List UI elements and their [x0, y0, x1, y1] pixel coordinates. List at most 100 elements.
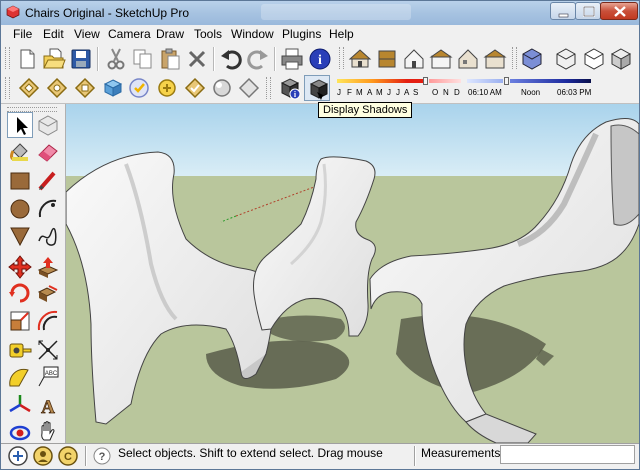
tool-freehand[interactable] [35, 223, 61, 249]
menu-tools[interactable]: Tools [194, 27, 222, 41]
undo-button[interactable] [218, 46, 244, 72]
toolbar-grip[interactable] [266, 77, 271, 99]
minimize-button[interactable] [550, 2, 576, 20]
menu-plugins[interactable]: Plugins [282, 27, 321, 41]
new-icon [20, 49, 35, 69]
display-shadows-button[interactable] [304, 75, 330, 101]
redo-button[interactable] [245, 46, 271, 72]
hidden-line-style-button[interactable] [44, 75, 70, 101]
copy-button[interactable] [130, 46, 156, 72]
shadow-date-track-tail[interactable] [429, 79, 461, 83]
tool-text[interactable]: ABC [35, 364, 61, 390]
front-view-button[interactable] [401, 46, 427, 72]
toolbar-grip[interactable] [339, 47, 344, 69]
time-noon-label: Noon [521, 88, 541, 97]
component-button[interactable] [182, 75, 208, 101]
erase-button[interactable] [184, 46, 210, 72]
tool-arc[interactable] [35, 196, 61, 222]
copyright-icon[interactable]: C [57, 445, 79, 467]
paste-button[interactable] [157, 46, 183, 72]
close-button[interactable] [600, 2, 638, 20]
top-view-button[interactable] [374, 46, 400, 72]
toolbar-grip[interactable] [5, 47, 10, 69]
menu-camera[interactable]: Camera [108, 27, 151, 41]
tool-circle[interactable] [7, 196, 33, 222]
model-info-button[interactable]: i [307, 46, 333, 72]
tool-make-component[interactable] [35, 112, 61, 138]
hidden-line-button[interactable] [581, 46, 607, 72]
open-button[interactable] [41, 46, 67, 72]
component-icon [184, 77, 206, 99]
shadow-date-slider[interactable] [423, 77, 428, 85]
tool-polygon[interactable] [7, 223, 33, 249]
tool-dimension[interactable] [35, 337, 61, 363]
menu-help[interactable]: Help [329, 27, 354, 41]
toolbar-grip[interactable] [512, 47, 517, 69]
tool-push-pull[interactable] [35, 254, 61, 280]
wireframe-button[interactable] [553, 46, 579, 72]
shadow-time-track[interactable] [510, 79, 591, 83]
tool-eraser[interactable] [35, 139, 61, 165]
styles-shadows-toolbar: i J F M A M J J A S O N D 06:10 AM Noon … [1, 74, 639, 104]
tool-protractor[interactable] [7, 364, 33, 390]
tool-line[interactable] [35, 168, 61, 194]
shaded-style-button[interactable] [72, 75, 98, 101]
tape-measure-icon [9, 343, 32, 358]
new-button[interactable] [14, 46, 40, 72]
menu-window[interactable]: Window [231, 27, 274, 41]
tool-follow-me[interactable] [35, 280, 61, 306]
right-view-button[interactable] [428, 46, 454, 72]
left-view-button[interactable] [482, 46, 508, 72]
menu-view[interactable]: View [74, 27, 100, 41]
section-button[interactable] [236, 75, 262, 101]
title-bar[interactable]: Chairs Original - SketchUp Pro [1, 1, 639, 25]
measurements-input[interactable] [500, 445, 635, 464]
tool-scale[interactable] [7, 308, 33, 334]
pencil-line-icon [38, 171, 56, 191]
tool-move[interactable] [7, 254, 33, 280]
iso-view-button[interactable] [347, 46, 373, 72]
cut-button[interactable] [103, 46, 129, 72]
monochrome-style-icon [129, 78, 149, 98]
tool-pan[interactable] [35, 419, 61, 445]
credits-icon[interactable] [32, 445, 54, 467]
tool-rectangle[interactable] [7, 168, 33, 194]
select-arrow-icon [17, 117, 28, 135]
shadow-date-track[interactable] [337, 79, 407, 83]
textured-style-button[interactable] [100, 75, 126, 101]
sandbox-icon [158, 79, 176, 97]
pan-hand-icon [41, 421, 55, 441]
menu-draw[interactable]: Draw [156, 27, 184, 41]
shaded-button[interactable] [608, 46, 634, 72]
tool-select[interactable] [7, 112, 33, 138]
menu-edit[interactable]: Edit [43, 27, 64, 41]
tool-paint-bucket[interactable] [7, 139, 33, 165]
monochrome-style-button[interactable] [126, 75, 152, 101]
shadow-time-slider[interactable] [504, 77, 509, 85]
print-button[interactable] [279, 46, 305, 72]
right-view-icon [429, 49, 453, 69]
save-button[interactable] [68, 46, 94, 72]
model-viewport[interactable] [66, 104, 639, 443]
tool-tape-measure[interactable] [7, 337, 33, 363]
help-question-icon[interactable]: ? [91, 445, 113, 467]
menu-file[interactable]: File [13, 27, 32, 41]
xray-button[interactable] [519, 46, 545, 72]
toolbar-grip[interactable] [5, 77, 10, 99]
tool-orbit[interactable] [7, 419, 33, 445]
sandbox-button[interactable] [154, 75, 180, 101]
polygon-icon [10, 227, 30, 247]
geolocation-icon[interactable] [7, 445, 29, 467]
menu-bar: File Edit View Camera Draw Tools Window … [1, 25, 639, 45]
shadow-time-track-start[interactable] [467, 79, 503, 83]
shadow-settings-button[interactable]: i [276, 75, 302, 101]
maximize-button[interactable] [575, 2, 601, 20]
tool-3d-text[interactable]: A [35, 392, 61, 418]
sphere-button[interactable] [209, 75, 235, 101]
xray-style-button[interactable] [16, 75, 42, 101]
tool-offset[interactable] [35, 308, 61, 334]
tool-axes[interactable] [7, 392, 33, 418]
month-s: S [413, 88, 419, 97]
back-view-button[interactable] [455, 46, 481, 72]
tool-rotate[interactable] [7, 280, 33, 306]
